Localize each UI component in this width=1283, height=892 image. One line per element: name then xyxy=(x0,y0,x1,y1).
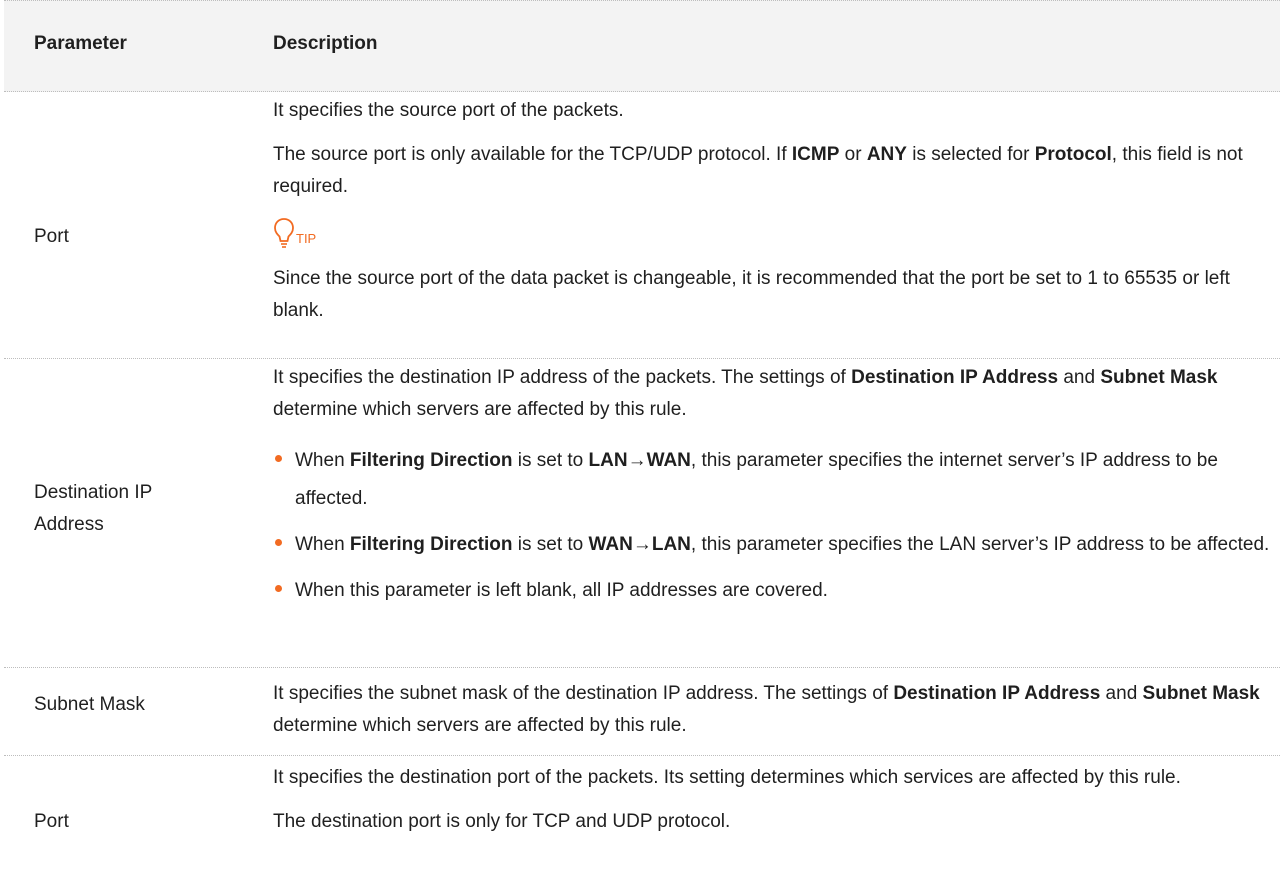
row-description: It specifies the destination IP address … xyxy=(273,362,1273,610)
row-parameter: Port xyxy=(34,811,69,832)
row-description: It specifies the source port of the pack… xyxy=(273,95,1273,327)
description-paragraph: It specifies the destination port of the… xyxy=(273,767,1181,788)
parameter-table: Parameter Description Port It specifies … xyxy=(4,0,1280,892)
description-paragraph: It specifies the subnet mask of the dest… xyxy=(273,683,1260,736)
lightbulb-icon xyxy=(274,218,294,248)
tip-block: TIP xyxy=(273,213,1273,249)
description-paragraph: It specifies the destination IP address … xyxy=(273,367,1218,420)
row-parameter: Destination IP Address xyxy=(34,482,153,535)
header-parameter: Parameter xyxy=(34,33,127,54)
description-paragraph: It specifies the source port of the pack… xyxy=(273,100,624,121)
tip-label: TIP xyxy=(296,231,317,246)
bullet-item: When Filtering Direction is set to WAN→L… xyxy=(273,526,1273,564)
table-row: Port It specifies the source port of the… xyxy=(4,92,1280,359)
tip-text: Since the source port of the data packet… xyxy=(273,268,1230,321)
table-header: Parameter Description xyxy=(4,0,1280,92)
table-row: Port It specifies the destination port o… xyxy=(4,756,1280,892)
row-parameter: Port xyxy=(34,226,69,247)
bullet-item: When this parameter is left blank, all I… xyxy=(273,572,1273,610)
row-description: It specifies the subnet mask of the dest… xyxy=(273,678,1273,742)
table-row: Destination IP Address It specifies the … xyxy=(4,359,1280,668)
description-paragraph: The destination port is only for TCP and… xyxy=(273,811,731,832)
bullet-item: When Filtering Direction is set to LAN→W… xyxy=(273,442,1273,518)
row-parameter: Subnet Mask xyxy=(34,694,145,715)
header-description: Description xyxy=(273,33,378,54)
table-row: Subnet Mask It specifies the subnet mask… xyxy=(4,668,1280,756)
row-description: It specifies the destination port of the… xyxy=(273,762,1273,838)
description-paragraph: The source port is only available for th… xyxy=(273,144,1243,197)
